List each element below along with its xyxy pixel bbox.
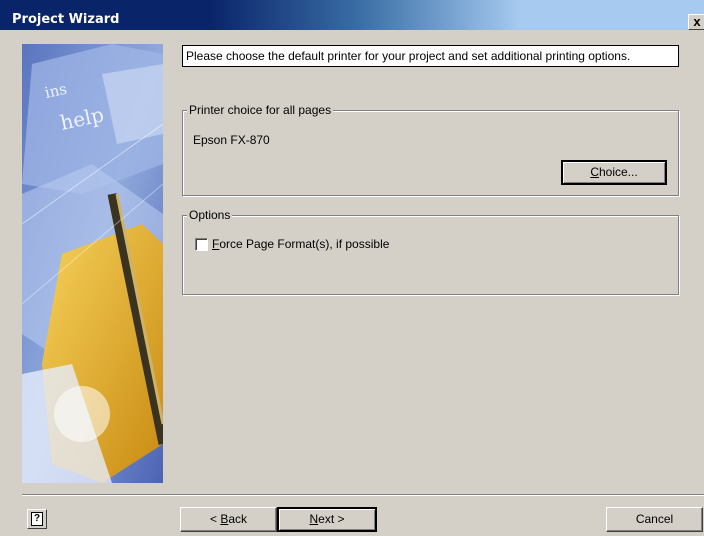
back-label: ack — [228, 512, 248, 526]
force-page-format-checkbox[interactable] — [195, 238, 208, 251]
options-group: Options Force Page Format(s), if possibl… — [182, 207, 679, 295]
title-bar: Project Wizard — [0, 0, 704, 30]
choice-button[interactable]: Choice... — [561, 160, 667, 185]
force-page-format-text: orce Page Format(s), if possible — [219, 237, 390, 251]
choice-label: hoice... — [598, 165, 638, 179]
help-icon: ? — [31, 512, 43, 526]
next-button[interactable]: Next > — [277, 507, 377, 532]
back-prefix: < — [209, 512, 221, 526]
instruction-text: Please choose the default printer for yo… — [182, 45, 679, 67]
footer-separator — [22, 494, 704, 496]
back-button[interactable]: < Back — [180, 507, 277, 532]
close-button[interactable]: x — [688, 14, 704, 30]
window-title: Project Wizard — [12, 12, 120, 27]
printer-choice-legend: Printer choice for all pages — [187, 102, 334, 118]
printer-choice-group: Printer choice for all pages Epson FX-87… — [182, 102, 679, 196]
help-button[interactable]: ? — [27, 509, 47, 529]
printer-name: Epson FX-870 — [193, 133, 270, 147]
close-icon: x — [693, 14, 701, 29]
next-accel: N — [309, 512, 319, 526]
options-legend: Options — [187, 207, 233, 223]
cancel-button[interactable]: Cancel — [606, 507, 703, 532]
next-label: ext > — [318, 512, 345, 526]
force-page-format-label[interactable]: Force Page Format(s), if possible — [212, 237, 389, 251]
cancel-label: Cancel — [635, 512, 674, 526]
choice-accel: C — [590, 165, 599, 179]
keyboard-pen-illustration: ins help — [22, 44, 163, 483]
wizard-side-image: ins help — [22, 44, 163, 483]
